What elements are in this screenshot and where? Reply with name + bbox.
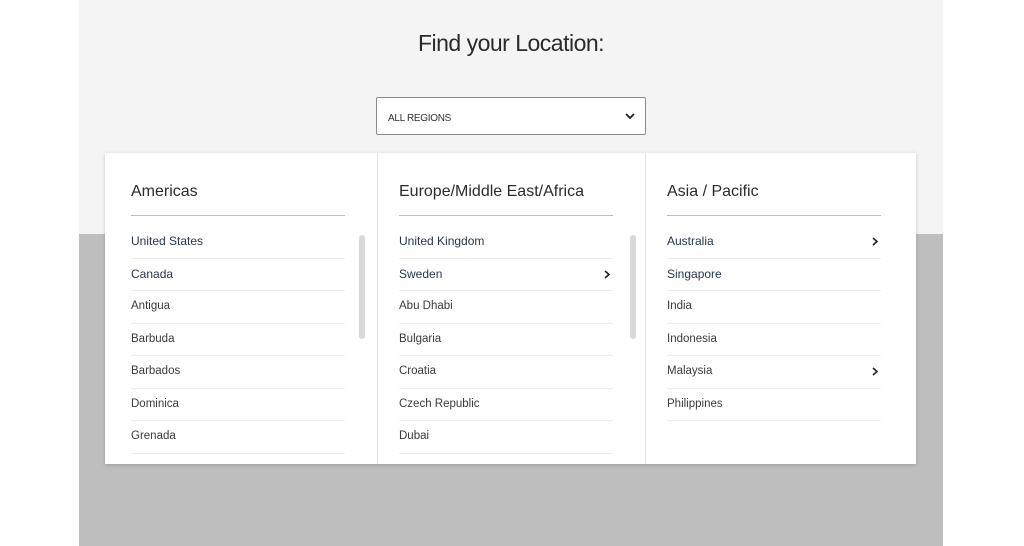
location-item[interactable]: Czech Republic (399, 389, 613, 421)
location-item[interactable]: Barbuda (131, 324, 345, 356)
location-list: United States Canada Antigua Barbuda Barbado… (131, 226, 345, 454)
region-select[interactable]: ALL REGIONS (376, 97, 646, 135)
page-background: Find your Location: ALL REGIONS Americas… (79, 0, 943, 546)
scrollbar[interactable] (630, 235, 636, 339)
region-heading: Americas (131, 183, 345, 216)
location-item[interactable]: Australia (667, 226, 881, 259)
location-item-label: United States (131, 234, 204, 248)
chevron-right-icon (604, 269, 611, 279)
location-item[interactable]: United States (131, 226, 345, 259)
location-item-label: Philippines (667, 397, 723, 410)
location-item-label: United Kingdom (399, 234, 485, 248)
location-item[interactable]: Croatia (399, 356, 613, 389)
location-item[interactable]: Singapore (667, 259, 881, 291)
location-item-label: Bulgaria (399, 332, 442, 345)
location-item[interactable]: Malaysia (667, 356, 881, 389)
chevron-down-icon (625, 113, 635, 120)
location-item-label: Abu Dhabi (399, 300, 453, 312)
location-item-label: Dubai (399, 430, 430, 442)
region-heading: Europe/Middle East/Africa (399, 183, 613, 216)
scrollbar[interactable] (359, 235, 365, 339)
region-column-emea: Europe/Middle East/Africa United Kingdom… (377, 153, 645, 464)
chevron-right-icon (872, 367, 879, 376)
location-panel: Americas United States Canada Antigua Barbu… (105, 153, 916, 464)
location-item-label: Australia (667, 234, 714, 248)
location-item[interactable]: Grenada (131, 421, 345, 454)
location-item-label: Antigua (131, 300, 171, 312)
location-item[interactable]: Sweden (399, 259, 613, 291)
location-item-label: Croatia (399, 365, 437, 377)
location-item-label: Sweden (399, 266, 443, 281)
location-item-label: Barbuda (131, 332, 175, 345)
page-title: Find your Location: (417, 30, 605, 56)
chevron-right-icon (872, 237, 879, 246)
location-item-label: Malaysia (667, 365, 713, 377)
location-item-label: Indonesia (667, 332, 717, 345)
region-column-asia-pacific: Asia / Pacific Australia Singapore India In… (645, 153, 916, 464)
location-item[interactable]: Dominica (131, 389, 345, 421)
location-item-label: Barbados (131, 365, 181, 377)
location-item-label: Czech Republic (399, 397, 480, 410)
region-column-americas: Americas United States Canada Antigua Barbu… (105, 153, 377, 464)
location-item-label: Grenada (131, 430, 176, 442)
location-item[interactable]: Antigua (131, 291, 345, 324)
location-item[interactable]: Barbados (131, 356, 345, 389)
location-item-label: Dominica (131, 397, 179, 410)
region-heading: Asia / Pacific (667, 183, 881, 216)
location-list: Australia Singapore India Indonesia Malaysia… (667, 226, 881, 421)
region-select-value: ALL REGIONS (388, 113, 452, 124)
location-item[interactable]: Abu Dhabi (399, 291, 613, 324)
location-item[interactable]: Philippines (667, 389, 881, 421)
location-list: United Kingdom Sweden Abu Dhabi Bulgaria Cro… (399, 226, 613, 454)
location-item-label: India (667, 300, 692, 312)
location-item[interactable]: United Kingdom (399, 226, 613, 259)
location-item[interactable]: Indonesia (667, 324, 881, 356)
location-item[interactable]: India (667, 291, 881, 324)
location-item-label: Singapore (667, 266, 722, 281)
location-item[interactable]: Canada (131, 259, 345, 291)
location-item[interactable]: Bulgaria (399, 324, 613, 356)
location-item-label: Canada (131, 266, 174, 281)
location-item[interactable]: Dubai (399, 421, 613, 454)
